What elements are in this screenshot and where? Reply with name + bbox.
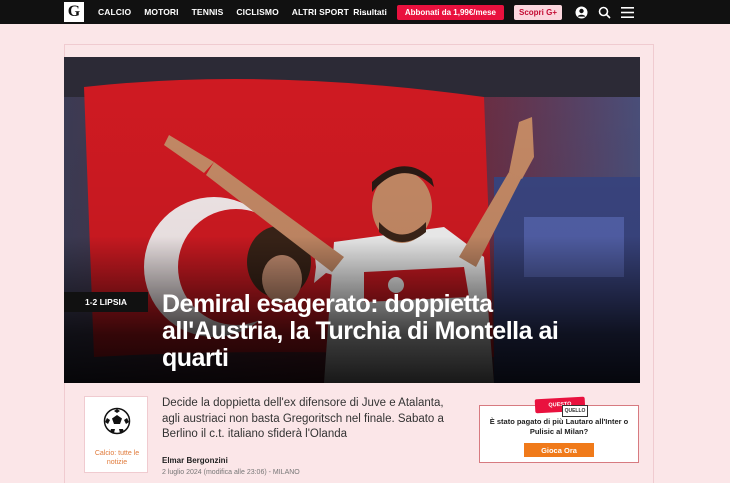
quiz-question: È stato pagato di più Lautaro all'Inter … (489, 417, 629, 436)
search-icon[interactable] (597, 5, 611, 19)
article-date: 2 luglio 2024 (modifica alle 23:06) - MI… (162, 469, 300, 476)
nav-item-altri-sport[interactable]: ALTRI SPORT (292, 7, 349, 17)
nav-item-motori[interactable]: MOTORI (144, 7, 178, 17)
hero-kicker[interactable]: 1-2 LIPSIA (64, 292, 148, 312)
nav-item-calcio[interactable]: CALCIO (98, 7, 131, 17)
football-icon (103, 407, 131, 435)
subscribe-button[interactable]: Abbonati da 1,99€/mese (396, 4, 504, 20)
quiz-tag-quello: QUELLO (562, 405, 588, 417)
article-author[interactable]: Elmar Bergonzini (162, 456, 228, 465)
risultati-link[interactable]: Risultati (353, 7, 387, 17)
hero-headline[interactable]: Demiral esagerato: doppietta all'Austria… (162, 291, 582, 372)
nav-item-ciclismo[interactable]: CICLISMO (236, 7, 278, 17)
header-actions: Risultati Abbonati da 1,99€/mese Scopri … (353, 0, 730, 24)
scopri-gplus-button[interactable]: Scopri G+ (513, 4, 562, 20)
menu-icon[interactable] (620, 5, 634, 19)
top-navigation-bar: G CALCIO MOTORI TENNIS CICLISMO ALTRI SP… (0, 0, 730, 24)
main-nav: CALCIO MOTORI TENNIS CICLISMO ALTRI SPOR… (98, 7, 369, 17)
article-summary: Decide la doppietta dell'ex difensore di… (162, 397, 444, 440)
user-icon[interactable] (574, 5, 588, 19)
gazzetta-logo[interactable]: G (64, 2, 84, 22)
section-link-label[interactable]: Calcio: tutte le notizie (87, 449, 147, 467)
section-link-box[interactable]: Calcio: tutte le notizie (84, 396, 148, 473)
play-now-button[interactable]: Gioca Ora (524, 443, 594, 457)
nav-item-tennis[interactable]: TENNIS (192, 7, 224, 17)
